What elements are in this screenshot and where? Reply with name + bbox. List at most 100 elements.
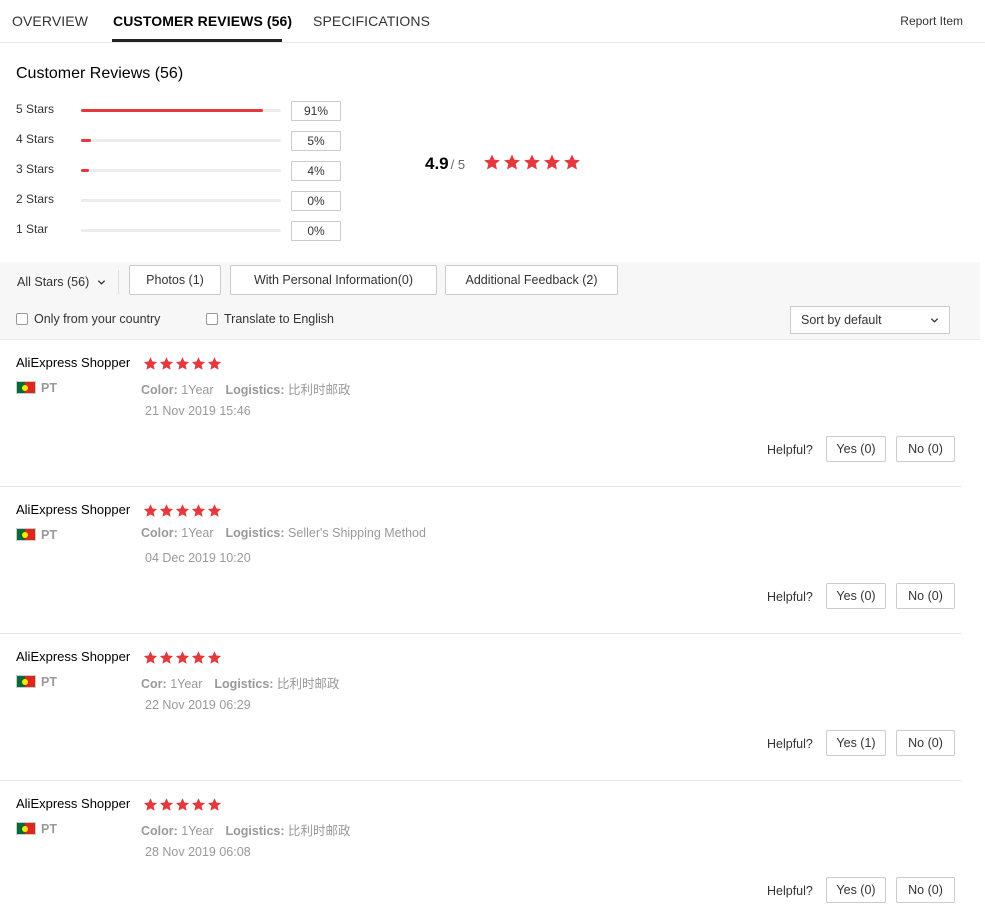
attribute-value: 1Year: [181, 824, 214, 838]
rating-percent: 91%: [291, 101, 341, 121]
translate-checkbox[interactable]: Translate to English: [206, 312, 334, 326]
rating-percent: 0%: [291, 191, 341, 211]
tab-specifications[interactable]: SPECIFICATIONS: [313, 13, 430, 29]
star-icon: [207, 798, 222, 811]
active-tab-indicator: [112, 39, 282, 42]
star-icon: [159, 651, 174, 664]
checkbox-box[interactable]: [206, 313, 218, 325]
average-rating-scale: / 5: [450, 157, 466, 172]
logistics-value: Seller's Shipping Method: [288, 526, 426, 540]
review-date: 04 Dec 2019 10:20: [145, 551, 251, 565]
checkbox-box[interactable]: [16, 313, 28, 325]
rating-row-5[interactable]: 5 Stars 91%: [16, 101, 346, 121]
portugal-flag-icon: [16, 528, 36, 541]
star-icon: [191, 504, 206, 517]
helpful-no-button[interactable]: No (0): [896, 877, 955, 903]
rating-percent: 0%: [291, 221, 341, 241]
star-icon: [191, 798, 206, 811]
rating-bar-track: [81, 139, 281, 142]
star-icon: [175, 651, 190, 664]
rating-bar-track: [81, 109, 281, 112]
helpful-no-button[interactable]: No (0): [896, 583, 955, 609]
attribute-label: Color:: [141, 383, 178, 397]
review-item: AliExpress Shopper PT Cor: 1Year Logistic…: [0, 634, 962, 781]
average-rating-stars: [483, 153, 581, 171]
rating-bar-fill: [81, 169, 89, 172]
rating-bar-track: [81, 199, 281, 202]
photos-filter-button[interactable]: Photos (1): [129, 265, 221, 295]
rating-row-1[interactable]: 1 Star 0%: [16, 221, 346, 241]
reviewer-country: PT: [41, 381, 57, 395]
attribute-value: 1Year: [181, 383, 214, 397]
helpful-label: Helpful?: [767, 737, 813, 751]
review-attributes: Color: 1Year Logistics: 比利时邮政: [141, 379, 351, 398]
logistics-label: Logistics:: [214, 677, 274, 691]
star-icon: [524, 154, 540, 170]
helpful-label: Helpful?: [767, 443, 813, 457]
tab-overview[interactable]: OVERVIEW: [12, 13, 88, 29]
star-icon: [207, 357, 222, 370]
star-icon: [159, 357, 174, 370]
reviewer-name: AliExpress Shopper: [16, 355, 131, 370]
tab-bar: OVERVIEW CUSTOMER REVIEWS (56) SPECIFICA…: [0, 0, 985, 43]
star-icon: [143, 357, 158, 370]
review-filter-bar: All Stars (56) Photos (1) With Personal …: [0, 262, 980, 340]
portugal-flag-icon: [16, 381, 36, 394]
rating-row-label: 4 Stars: [16, 132, 55, 146]
review-date: 21 Nov 2019 15:46: [145, 404, 251, 418]
star-icon: [159, 504, 174, 517]
rating-row-label: 2 Stars: [16, 192, 55, 206]
logistics-value: 比利时邮政: [288, 383, 351, 397]
helpful-yes-button[interactable]: Yes (0): [826, 436, 886, 462]
sort-label: Sort by default: [801, 313, 882, 327]
helpful-yes-button[interactable]: Yes (1): [826, 730, 886, 756]
review-attributes: Cor: 1Year Logistics: 比利时邮政: [141, 673, 339, 692]
helpful-label: Helpful?: [767, 884, 813, 898]
star-icon: [191, 651, 206, 664]
rating-row-3[interactable]: 3 Stars 4%: [16, 161, 346, 181]
reviewer-country: PT: [41, 528, 57, 542]
rating-bar-track: [81, 169, 281, 172]
helpful-no-button[interactable]: No (0): [896, 436, 955, 462]
review-stars: [143, 650, 222, 665]
helpful-label: Helpful?: [767, 590, 813, 604]
sort-dropdown[interactable]: Sort by default: [790, 306, 950, 334]
only-country-checkbox[interactable]: Only from your country: [16, 312, 160, 326]
helpful-yes-button[interactable]: Yes (0): [826, 877, 886, 903]
average-rating: 4.9/ 5: [425, 154, 465, 174]
star-icon: [207, 651, 222, 664]
review-stars: [143, 356, 222, 371]
attribute-value: 1Year: [181, 526, 214, 540]
helpful-no-button[interactable]: No (0): [896, 730, 955, 756]
chevron-down-icon: [930, 318, 939, 323]
average-rating-value: 4.9: [425, 154, 449, 173]
review-date: 22 Nov 2019 06:29: [145, 698, 251, 712]
reviewer-country: PT: [41, 822, 57, 836]
review-attributes: Color: 1Year Logistics: 比利时邮政: [141, 820, 351, 839]
report-item-link[interactable]: Report Item: [900, 14, 963, 28]
rating-bar-fill: [81, 139, 91, 142]
portugal-flag-icon: [16, 822, 36, 835]
star-icon: [504, 154, 520, 170]
review-date: 28 Nov 2019 06:08: [145, 845, 251, 859]
reviewer-country: PT: [41, 675, 57, 689]
review-item: AliExpress Shopper PT Color: 1Year Logist…: [0, 487, 962, 634]
logistics-label: Logistics:: [225, 383, 285, 397]
reviewer-name: AliExpress Shopper: [16, 796, 131, 811]
star-icon: [207, 504, 222, 517]
star-icon: [175, 357, 190, 370]
rating-row-2[interactable]: 2 Stars 0%: [16, 191, 346, 211]
star-icon: [143, 504, 158, 517]
review-stars: [143, 797, 222, 812]
personal-info-filter-button[interactable]: With Personal Information(0): [230, 265, 437, 295]
helpful-yes-button[interactable]: Yes (0): [826, 583, 886, 609]
review-item: AliExpress Shopper PT Color: 1Year Logist…: [0, 781, 962, 905]
additional-feedback-filter-button[interactable]: Additional Feedback (2): [445, 265, 618, 295]
review-attributes: Color: 1Year Logistics: Seller's Shipping…: [141, 526, 426, 540]
all-stars-dropdown[interactable]: All Stars (56): [17, 275, 106, 289]
rating-row-4[interactable]: 4 Stars 5%: [16, 131, 346, 151]
rating-percent: 4%: [291, 161, 341, 181]
tab-customer-reviews[interactable]: CUSTOMER REVIEWS (56): [113, 13, 292, 29]
star-icon: [564, 154, 580, 170]
attribute-value: 1Year: [170, 677, 203, 691]
